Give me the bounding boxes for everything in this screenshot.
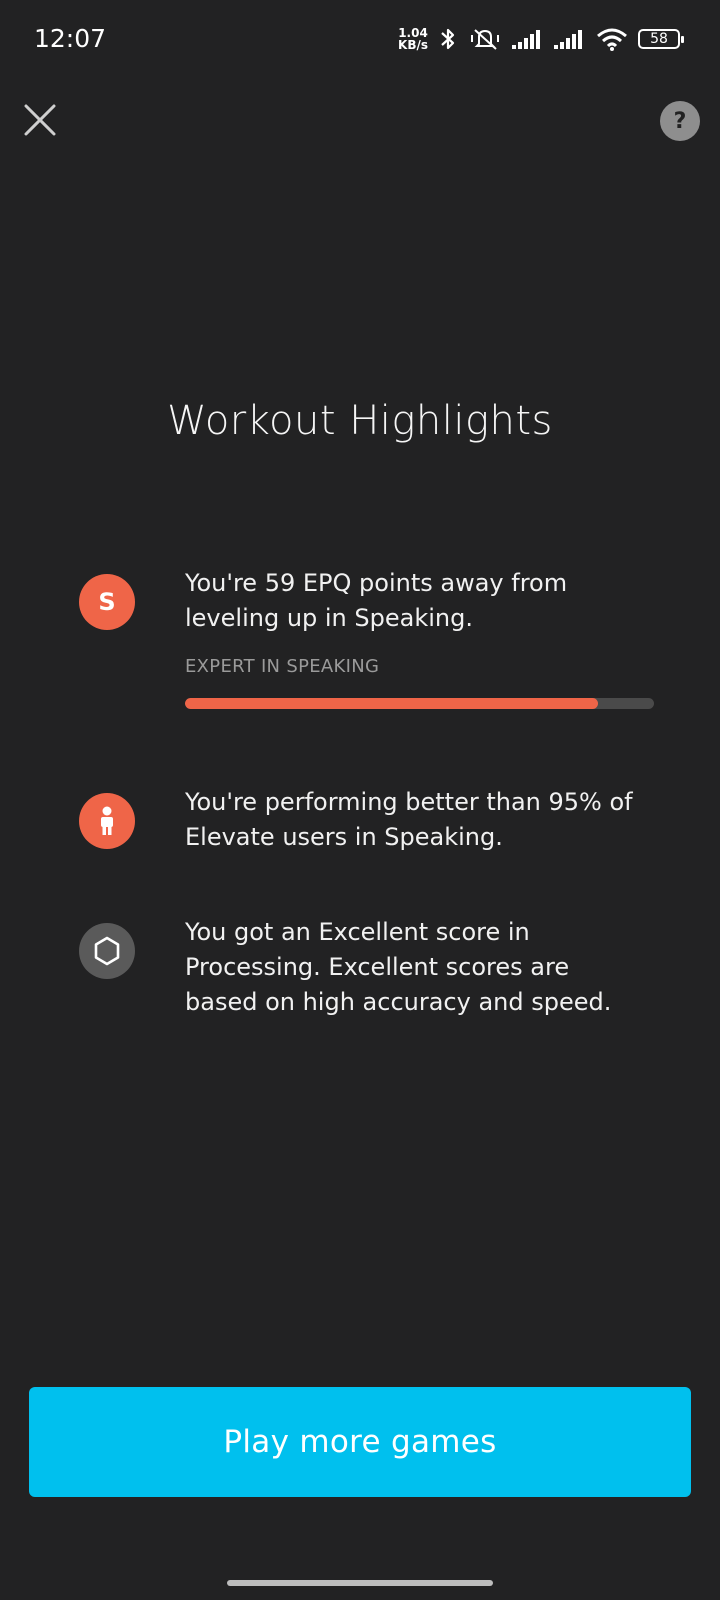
highlight-level-up-line-1: You're 59 EPQ points away from xyxy=(185,569,568,597)
network-speed-unit: KB/s xyxy=(398,38,428,52)
speaking-s-letter: S xyxy=(98,588,116,616)
bluetooth-icon xyxy=(441,28,455,50)
highlight-percentile-line-1: You're performing better than 95% of xyxy=(185,788,633,816)
level-progress-bar xyxy=(185,698,654,709)
person-icon xyxy=(79,793,135,849)
play-more-games-label: Play more games xyxy=(223,1424,497,1460)
highlight-excellent-line-3: based on high accuracy and speed. xyxy=(185,988,612,1016)
signal-1-icon xyxy=(512,30,540,49)
hexagon-glyph xyxy=(94,936,120,966)
highlight-excellent-score-text: You got an Excellent score in Processing… xyxy=(185,915,665,1020)
hexagon-icon xyxy=(79,923,135,979)
close-icon xyxy=(24,104,56,136)
help-button[interactable]: ? xyxy=(660,101,700,141)
home-indicator[interactable] xyxy=(227,1580,493,1586)
highlight-percentile-line-2: Elevate users in Speaking. xyxy=(185,823,503,851)
workout-highlights-screen: 12:07 1.04 KB/s 58 ? Workout Highlights … xyxy=(0,0,720,1600)
signal-2-icon xyxy=(554,30,582,49)
vibrate-mute-icon xyxy=(471,29,499,50)
status-icons: 1.04 KB/s 58 xyxy=(398,26,684,52)
network-speed: 1.04 KB/s xyxy=(398,27,428,51)
highlight-level-up-line-2: leveling up in Speaking. xyxy=(185,604,473,632)
person-glyph xyxy=(101,806,113,835)
play-more-games-button[interactable]: Play more games xyxy=(29,1387,691,1497)
close-button[interactable] xyxy=(20,100,60,140)
level-progress-fill xyxy=(185,698,598,709)
highlight-excellent-line-2: Processing. Excellent scores are xyxy=(185,953,570,981)
level-label: EXPERT IN SPEAKING xyxy=(185,656,380,677)
page-title: Workout Highlights xyxy=(167,398,553,444)
highlight-percentile-text: You're performing better than 95% of Ele… xyxy=(185,785,665,855)
help-icon: ? xyxy=(673,108,687,134)
status-bar: 12:07 1.04 KB/s 58 xyxy=(0,0,720,82)
highlight-excellent-line-1: You got an Excellent score in xyxy=(185,918,530,946)
battery-indicator: 58 xyxy=(638,29,684,49)
wifi-icon xyxy=(597,28,627,51)
speaking-s-badge-icon: S xyxy=(79,574,135,630)
status-time: 12:07 xyxy=(34,24,107,53)
highlight-level-up-text: You're 59 EPQ points away from leveling … xyxy=(185,566,665,636)
